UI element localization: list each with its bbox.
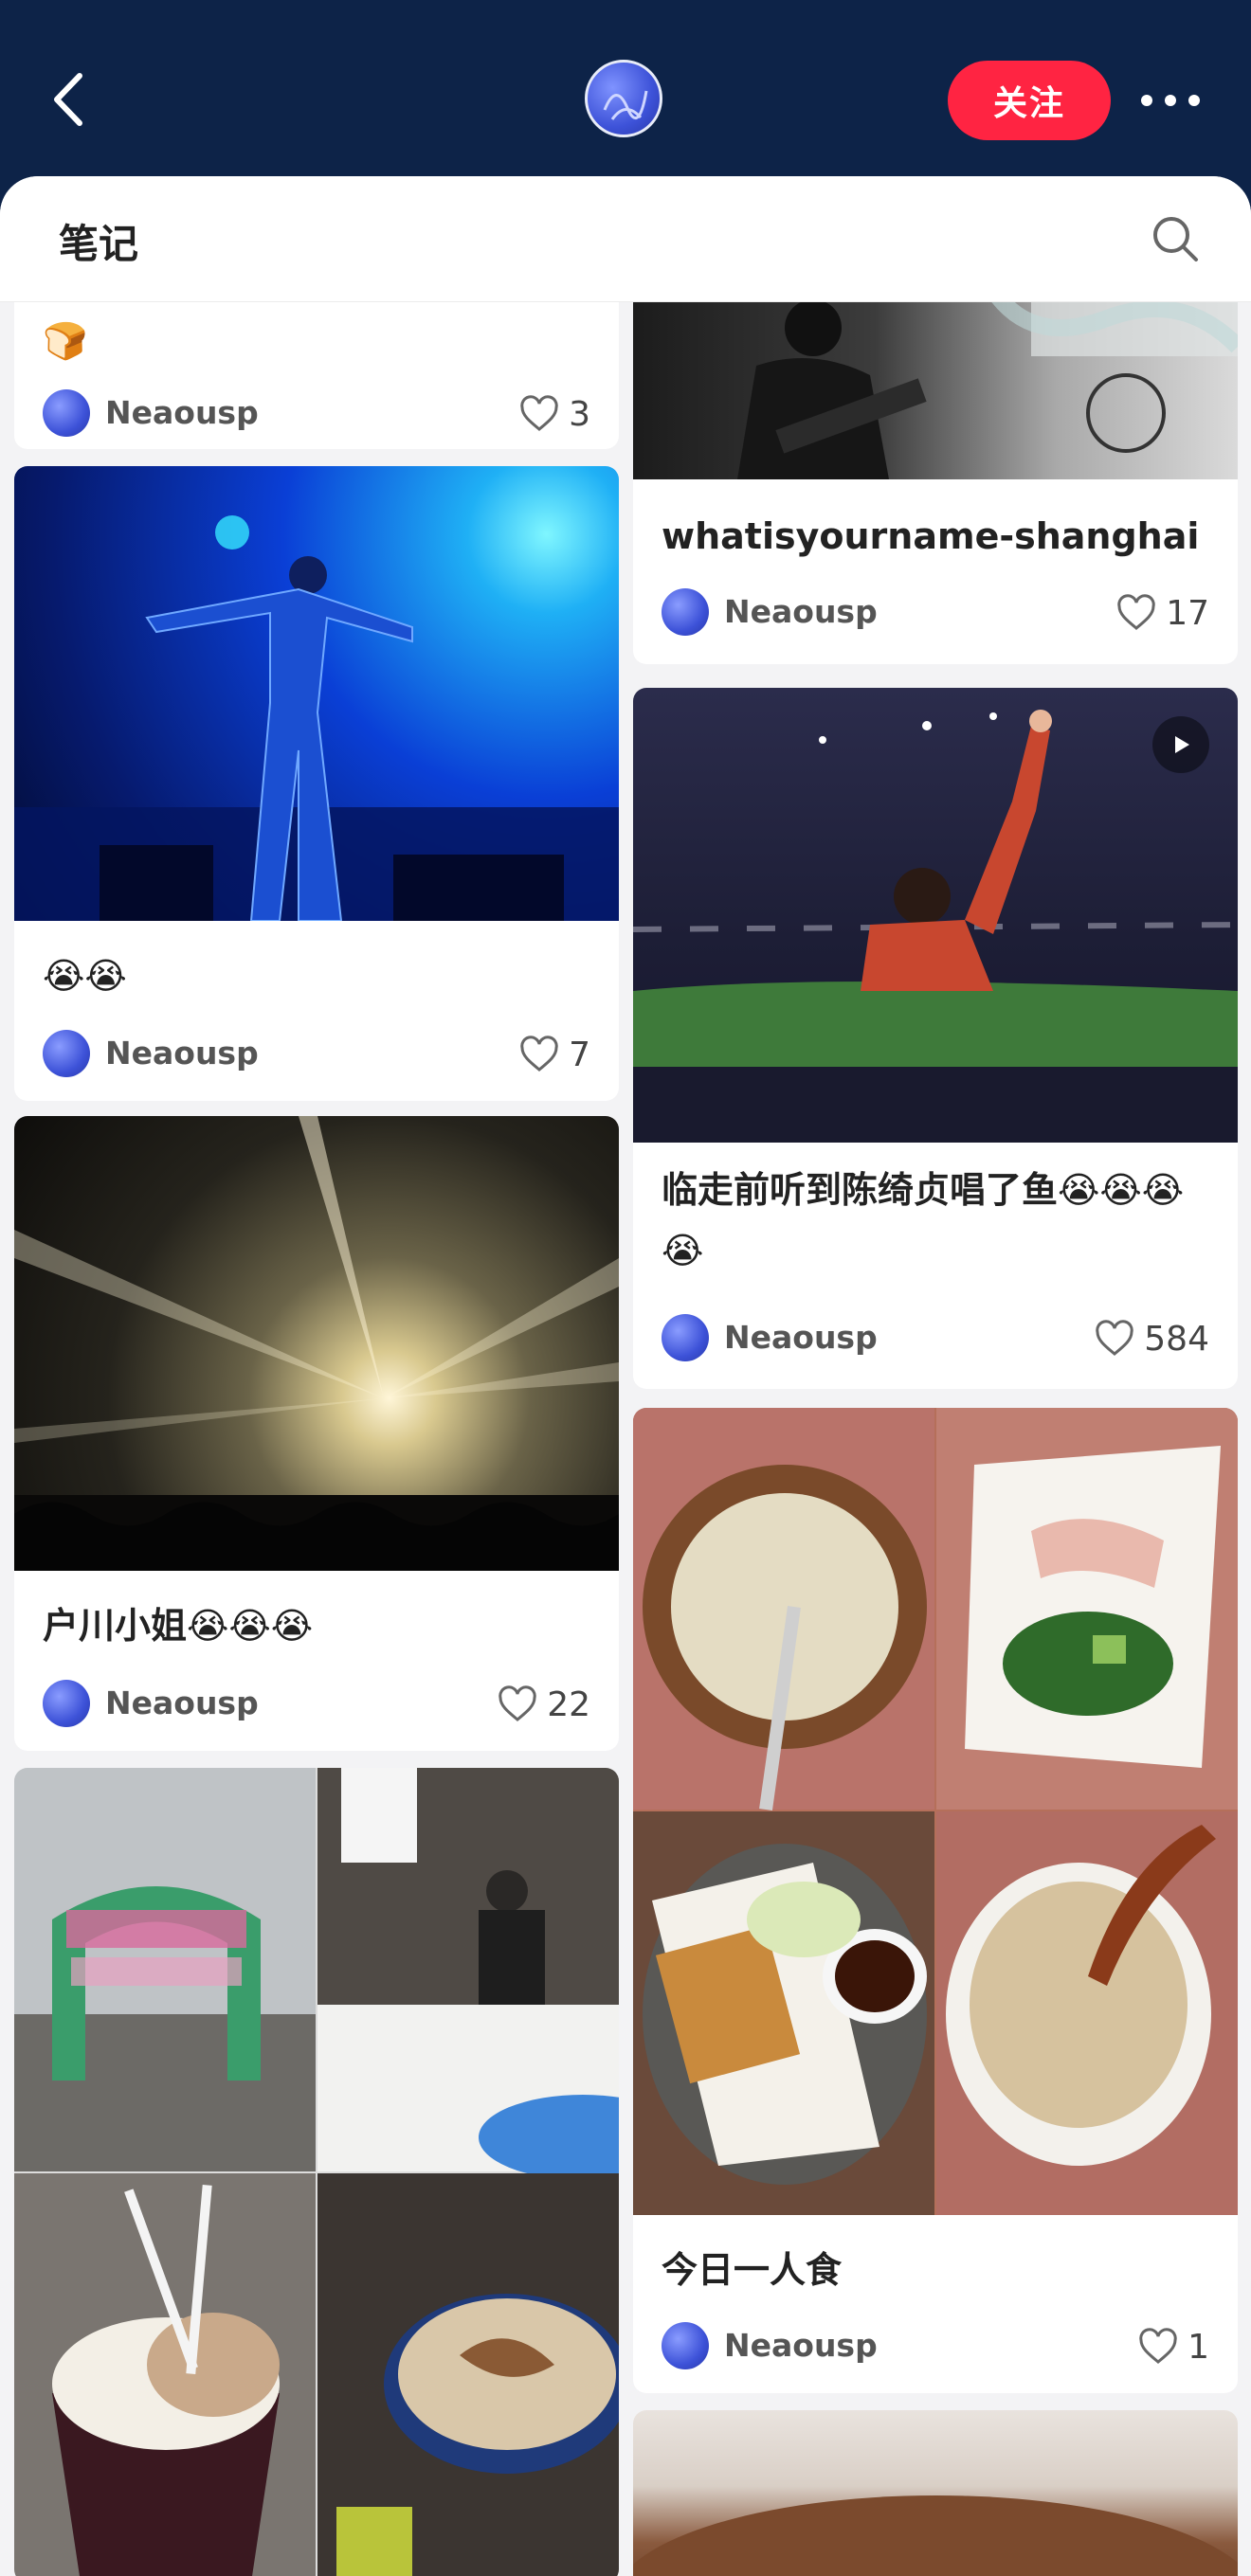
note-title: whatisyourname-shanghai xyxy=(662,515,1200,557)
avatar-scribble-icon xyxy=(603,90,648,120)
like-count: 22 xyxy=(547,1684,590,1724)
author-avatar[interactable] xyxy=(43,389,90,437)
note-title: 今日一人食 xyxy=(662,2249,843,2291)
note-card[interactable]: 户川小姐😭😭😭 Neaousp 22 xyxy=(14,1116,619,1751)
note-title: 🍞 xyxy=(43,320,88,362)
like-count: 1 xyxy=(1188,2327,1209,2367)
like-count: 584 xyxy=(1144,1319,1209,1359)
note-card[interactable]: 临走前听到陈绮贞唱了鱼😭😭😭😭 Neaousp 584 xyxy=(633,688,1238,1389)
note-card[interactable]: whatisyourname-shanghai Neaousp 17 xyxy=(633,290,1238,664)
note-meta: Neaousp 3 xyxy=(43,387,590,440)
like-button[interactable]: 584 xyxy=(1095,1315,1209,1362)
note-card[interactable]: 今日一人食 Neaousp 1 xyxy=(633,1408,1238,2393)
notes-panel: 笔记 🍞 Neaousp 3 😭😭 Neaousp 7 户川小姐😭😭😭 Neao… xyxy=(0,176,1251,2576)
more-dots-icon xyxy=(1141,95,1200,106)
note-title: 临走前听到陈绮贞唱了鱼😭😭😭😭 xyxy=(662,1169,1185,1271)
light-beam-illustration xyxy=(14,1116,619,1571)
like-button[interactable]: 1 xyxy=(1138,2323,1209,2370)
author-avatar[interactable] xyxy=(662,588,709,636)
heart-icon xyxy=(1117,594,1155,630)
note-cover-image xyxy=(14,1116,619,1571)
author-name[interactable]: Neaousp xyxy=(105,1035,259,1072)
note-title: 😭😭 xyxy=(43,955,127,997)
heart-icon xyxy=(1139,2328,1177,2364)
note-meta: Neaousp 17 xyxy=(662,585,1209,639)
author-name[interactable]: Neaousp xyxy=(724,2327,878,2364)
note-cover-image xyxy=(633,1408,1238,2215)
author-avatar[interactable] xyxy=(662,2322,709,2369)
like-count: 7 xyxy=(569,1035,590,1074)
heart-icon xyxy=(520,395,558,431)
note-meta: Neaousp 22 xyxy=(43,1677,590,1730)
author-avatar[interactable] xyxy=(43,1030,90,1077)
author-name[interactable]: Neaousp xyxy=(724,593,878,630)
author-name[interactable]: Neaousp xyxy=(105,394,259,431)
author-avatar[interactable] xyxy=(662,1314,709,1361)
play-icon xyxy=(1175,736,1189,753)
chevron-left-icon xyxy=(54,73,82,126)
top-bar: 关注 xyxy=(0,0,1251,180)
like-count: 3 xyxy=(569,394,590,434)
like-button[interactable]: 7 xyxy=(519,1031,590,1078)
search-icon xyxy=(1153,217,1198,261)
profile-avatar[interactable] xyxy=(585,60,662,137)
note-meta: Neaousp 7 xyxy=(43,1027,590,1080)
note-card[interactable]: 🍞 Neaousp 3 xyxy=(14,290,619,449)
follow-button[interactable]: 关注 xyxy=(948,61,1111,140)
search-button[interactable] xyxy=(1149,212,1202,265)
note-cover-image xyxy=(633,688,1238,1143)
note-cover-image xyxy=(14,1768,619,2576)
note-card[interactable] xyxy=(14,1768,619,2576)
note-meta: Neaousp 1 xyxy=(662,2319,1209,2372)
festival-collage-illustration xyxy=(14,1768,619,2576)
note-cover-image xyxy=(14,466,619,921)
heart-icon xyxy=(499,1685,536,1721)
concert-performer-illustration xyxy=(14,515,619,921)
note-title: 户川小姐😭😭😭 xyxy=(43,1605,314,1647)
panel-title: 笔记 xyxy=(59,221,139,267)
back-button[interactable] xyxy=(47,66,95,133)
note-card[interactable] xyxy=(633,2410,1238,2576)
table-illustration xyxy=(633,2495,1238,2576)
author-name[interactable]: Neaousp xyxy=(724,1319,878,1356)
note-cover-image xyxy=(633,2410,1238,2576)
like-button[interactable]: 3 xyxy=(519,390,590,438)
note-meta: Neaousp 584 xyxy=(662,1311,1209,1364)
like-count: 17 xyxy=(1166,593,1209,633)
note-cover-image xyxy=(633,290,1238,479)
like-button[interactable]: 22 xyxy=(498,1681,590,1728)
guitarist-illustration xyxy=(737,290,1238,479)
heart-icon xyxy=(520,1036,558,1072)
singer-illustration xyxy=(633,710,1238,1143)
heart-icon xyxy=(1096,1320,1133,1356)
video-play-badge xyxy=(1152,716,1209,773)
author-name[interactable]: Neaousp xyxy=(105,1684,259,1721)
food-collage-illustration xyxy=(633,1408,1238,2215)
more-button[interactable] xyxy=(1137,83,1204,117)
like-button[interactable]: 17 xyxy=(1116,589,1209,637)
note-card[interactable]: 😭😭 Neaousp 7 xyxy=(14,466,619,1101)
panel-header: 笔记 xyxy=(0,176,1251,302)
author-avatar[interactable] xyxy=(43,1680,90,1727)
